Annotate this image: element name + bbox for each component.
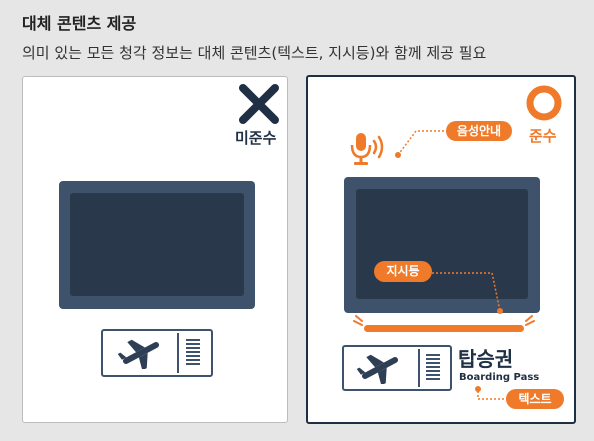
compliant-panel: 준수 음성안내 지시등 탑승권 Boarding Pass 텍스트 [306,75,576,424]
kiosk-screen [59,181,255,309]
page-subtitle: 의미 있는 모든 청각 정보는 대체 콘텐츠(텍스트, 지시등)와 함께 제공 … [22,44,487,62]
ticket-divider [418,349,420,387]
non-compliant-label: 미준수 [235,129,277,147]
boarding-pass-ticket [342,345,452,391]
boarding-pass-title: 탑승권 [458,347,514,371]
barcode-icon [186,339,200,367]
airplane-icon [117,339,160,369]
voice-guide-connector [395,130,452,158]
ticket-divider [177,333,179,373]
kiosk-screen-display [70,193,244,296]
x-mark-icon [239,84,279,124]
microphone-icon [350,133,384,165]
page-title: 대체 콘텐츠 제공 [22,14,137,33]
non-compliant-panel: 미준수 [22,76,288,423]
indicator-glow-left [353,315,363,326]
text-tag: 텍스트 [506,389,564,409]
compliant-label: 준수 [529,127,557,145]
circle-o-icon [526,85,562,121]
voice-guide-tag: 음성안내 [446,121,512,141]
barcode-icon [426,354,440,382]
boarding-pass-ticket [101,329,213,377]
airplane-icon [356,354,399,384]
indicator-light-bar [364,325,524,332]
indicator-glow-right [525,315,535,326]
boarding-pass-subtitle: Boarding Pass [459,372,540,383]
indicator-tag: 지시등 [374,261,432,282]
indicator-connector [432,272,503,314]
